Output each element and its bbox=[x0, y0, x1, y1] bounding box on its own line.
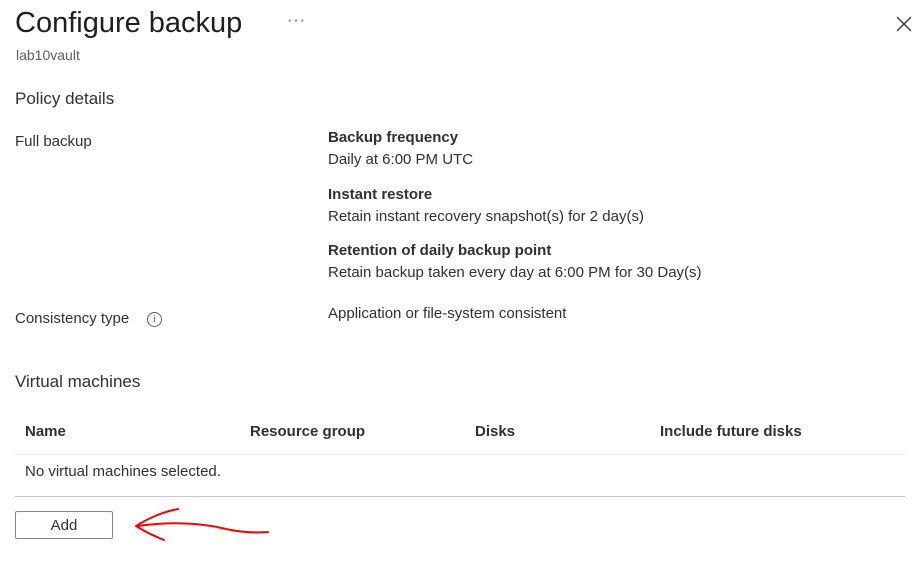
consistency-type-value: Application or file-system consistent bbox=[328, 305, 567, 322]
column-header-resource-group[interactable]: Resource group bbox=[250, 412, 365, 452]
full-backup-label: Full backup bbox=[15, 133, 92, 150]
info-icon[interactable]: i bbox=[147, 312, 162, 327]
retention-title: Retention of daily backup point bbox=[328, 242, 552, 259]
backup-frequency-title: Backup frequency bbox=[328, 129, 459, 146]
policy-details-heading: Policy details bbox=[15, 89, 115, 108]
close-icon[interactable] bbox=[896, 16, 912, 34]
instant-restore-value: Retain instant recovery snapshot(s) for … bbox=[328, 208, 644, 225]
retention-value: Retain backup taken every day at 6:00 PM… bbox=[328, 264, 702, 281]
column-header-disks[interactable]: Disks bbox=[475, 412, 515, 452]
empty-table-message: No virtual machines selected. bbox=[25, 463, 221, 480]
vault-name: lab10vault bbox=[16, 47, 80, 63]
column-header-name[interactable]: Name bbox=[25, 412, 66, 452]
add-button[interactable]: Add bbox=[15, 511, 113, 539]
more-icon[interactable]: ··· bbox=[287, 12, 306, 30]
consistency-type-label: Consistency type bbox=[15, 310, 130, 327]
red-arrow-annotation bbox=[135, 508, 269, 541]
virtual-machines-heading: Virtual machines bbox=[15, 372, 141, 391]
table-header-divider bbox=[15, 454, 905, 455]
page-title: Configure backup bbox=[15, 7, 243, 39]
table-bottom-divider bbox=[15, 496, 905, 497]
instant-restore-title: Instant restore bbox=[328, 186, 433, 203]
column-header-include-future-disks[interactable]: Include future disks bbox=[660, 412, 802, 452]
close-icon-glyph bbox=[896, 16, 912, 32]
backup-frequency-value: Daily at 6:00 PM UTC bbox=[328, 151, 474, 168]
